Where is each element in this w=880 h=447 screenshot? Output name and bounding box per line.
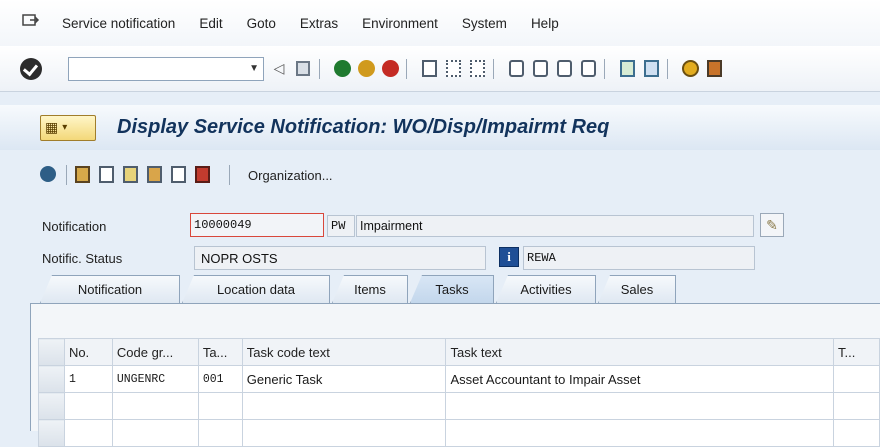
transport-icon[interactable] — [195, 166, 213, 184]
notification-number-field[interactable]: 10000049 — [190, 213, 324, 237]
notification-label: Notification — [42, 219, 107, 234]
empty-cell[interactable] — [833, 419, 880, 447]
column-header-no[interactable]: No. — [63, 338, 113, 366]
object-list-icon[interactable] — [99, 166, 117, 184]
last-page-icon[interactable] — [579, 60, 597, 78]
table-row[interactable]: 1 UNGENRC 001 Generic Task Asset Account… — [38, 365, 880, 393]
help-icon[interactable] — [681, 60, 699, 78]
page-title: Display Service Notification: WO/Disp/Im… — [117, 116, 610, 138]
display-change-icon[interactable] — [40, 166, 58, 184]
column-header-code-group[interactable]: Code gr... — [111, 338, 199, 366]
standard-toolbar: ▼ ◁ — [0, 46, 880, 92]
tab-sales[interactable]: Sales — [598, 275, 676, 303]
toolbar-separator — [493, 58, 494, 79]
shortcut-icon[interactable] — [642, 60, 660, 78]
menu-bar: Service notification Edit Goto Extras En… — [0, 0, 880, 46]
row-selector[interactable] — [38, 365, 65, 393]
long-text-icon[interactable]: ✎ — [760, 213, 784, 237]
partners-icon[interactable] — [75, 166, 93, 184]
command-field[interactable]: ▼ — [68, 56, 264, 81]
row-selector[interactable] — [38, 392, 65, 420]
column-header-task[interactable]: Ta... — [197, 338, 243, 366]
notification-description-field[interactable]: Impairment — [356, 215, 754, 237]
documents-icon[interactable] — [147, 166, 165, 184]
back-icon[interactable] — [333, 60, 351, 78]
menu-environment[interactable]: Environment — [362, 16, 438, 31]
empty-cell[interactable] — [197, 419, 243, 447]
first-page-icon[interactable] — [507, 60, 525, 78]
table-header-row: No. Code gr... Ta... Task code text Task… — [38, 338, 880, 366]
tab-activities[interactable]: Activities — [496, 275, 596, 303]
user-status-field[interactable]: REWA — [523, 246, 755, 270]
cancel-icon[interactable] — [381, 60, 399, 78]
toolbar-separator — [66, 165, 67, 185]
tab-notification[interactable]: Notification — [40, 275, 180, 303]
exit-icon[interactable] — [357, 60, 375, 78]
menu-extras[interactable]: Extras — [300, 16, 338, 31]
column-header-task-text[interactable]: Task text — [445, 338, 835, 366]
empty-cell[interactable] — [241, 392, 447, 420]
toolbar-separator — [406, 58, 407, 79]
empty-cell[interactable] — [63, 392, 113, 420]
menu-service-notification[interactable]: Service notification — [62, 16, 175, 31]
empty-cell[interactable] — [445, 419, 835, 447]
tab-items[interactable]: Items — [332, 275, 408, 303]
cell-task-code-text[interactable]: Generic Task — [241, 365, 447, 393]
enter-icon[interactable] — [20, 57, 42, 80]
next-page-icon[interactable] — [555, 60, 573, 78]
empty-cell[interactable] — [241, 419, 447, 447]
empty-cell[interactable] — [63, 419, 113, 447]
cell-t[interactable] — [833, 365, 880, 393]
menu-goto[interactable]: Goto — [247, 16, 276, 31]
toolbar-separator — [667, 58, 668, 79]
menu-toggle-icon: ▦ — [45, 119, 59, 135]
row-selector[interactable] — [38, 419, 65, 447]
copy-icon[interactable] — [171, 166, 189, 184]
empty-cell[interactable] — [445, 392, 835, 420]
notification-status-field[interactable]: NOPR OSTS — [194, 246, 486, 270]
empty-cell[interactable] — [197, 392, 243, 420]
select-all-cell[interactable] — [38, 338, 65, 366]
organization-button[interactable]: Organization... — [248, 168, 333, 183]
cell-code-group[interactable]: UNGENRC — [111, 365, 199, 393]
cell-task-text[interactable]: Asset Accountant to Impair Asset — [445, 365, 835, 393]
print-icon[interactable] — [420, 60, 438, 78]
toolbar-separator — [319, 58, 320, 79]
notification-status-label: Notific. Status — [42, 251, 123, 266]
column-header-task-code-text[interactable]: Task code text — [241, 338, 447, 366]
table-row[interactable] — [38, 419, 880, 447]
tab-tasks[interactable]: Tasks — [410, 275, 494, 303]
system-menu-icon[interactable] — [22, 14, 42, 32]
menu-toggle-dropdown-icon: ▾ — [62, 122, 68, 133]
cell-task[interactable]: 001 — [197, 365, 243, 393]
action-log-icon[interactable] — [123, 166, 141, 184]
menu-toggle-button[interactable]: ▦ ▾ — [40, 114, 96, 141]
find-icon[interactable] — [444, 60, 462, 78]
column-header-t[interactable]: T... — [833, 338, 880, 366]
menu-help[interactable]: Help — [531, 16, 559, 31]
save-icon[interactable] — [294, 60, 312, 78]
application-toolbar: Organization... — [0, 155, 880, 195]
notification-type-field[interactable]: PW — [327, 215, 355, 237]
toolbar-separator — [604, 58, 605, 79]
back-nav-icon[interactable]: ◁ — [270, 60, 288, 78]
menu-system[interactable]: System — [462, 16, 507, 31]
info-icon[interactable]: i — [499, 247, 519, 267]
empty-cell[interactable] — [111, 392, 199, 420]
command-dropdown-icon[interactable]: ▼ — [249, 63, 259, 74]
empty-cell[interactable] — [833, 392, 880, 420]
tab-location-data[interactable]: Location data — [182, 275, 330, 303]
title-bar: ▦ ▾ Display Service Notification: WO/Dis… — [0, 105, 880, 150]
previous-page-icon[interactable] — [531, 60, 549, 78]
find-next-icon[interactable] — [468, 60, 486, 78]
empty-cell[interactable] — [111, 419, 199, 447]
create-session-icon[interactable] — [618, 60, 636, 78]
cell-no[interactable]: 1 — [63, 365, 113, 393]
menu-edit[interactable]: Edit — [199, 16, 222, 31]
table-row[interactable] — [38, 392, 880, 420]
toolbar-separator — [229, 165, 230, 185]
customize-icon[interactable] — [705, 60, 723, 78]
